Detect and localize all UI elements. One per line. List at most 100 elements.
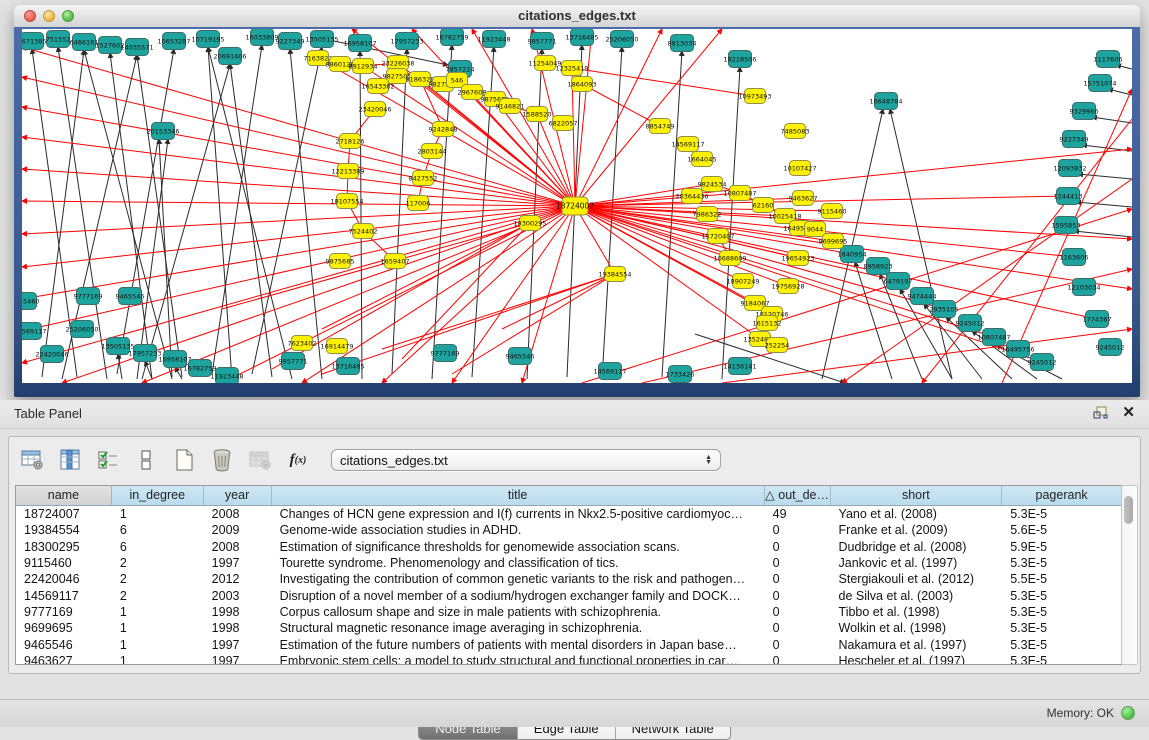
graph-node-yellow[interactable]: 9875685: [326, 254, 355, 269]
table-row[interactable]: 911546021997Tourette syndrome. Phenomeno…: [16, 555, 1122, 571]
table-cell[interactable]: 1997: [204, 638, 272, 652]
table-cell[interactable]: 1: [112, 507, 204, 521]
red-edge[interactable]: [575, 206, 944, 309]
graph-node-teal[interactable]: 11923448: [210, 368, 243, 384]
graph-node-teal[interactable]: 9245012: [1028, 354, 1057, 371]
float-panel-icon[interactable]: [1093, 406, 1108, 420]
graph-node-yellow[interactable]: 62160: [753, 198, 774, 213]
table-cell[interactable]: Dudbridge et al. (2008): [831, 540, 1003, 554]
red-edge[interactable]: [222, 223, 530, 309]
show-column-icon[interactable]: [57, 447, 83, 473]
table-cell[interactable]: Disruption of a novel member of a sodium…: [272, 589, 765, 603]
graph-node-teal[interactable]: 10807487: [977, 329, 1010, 346]
row-height-icon[interactable]: [133, 447, 159, 473]
graph-node-teal[interactable]: 9115460: [22, 293, 39, 310]
graph-node-teal[interactable]: 18218506: [723, 51, 756, 68]
table-row[interactable]: 946362711997Embryonic stem cells: a mode…: [16, 653, 1122, 665]
red-edge[interactable]: [502, 274, 615, 329]
graph-node-teal[interactable]: 751552: [46, 31, 71, 48]
column-header-year[interactable]: year: [204, 486, 272, 505]
table-cell[interactable]: Embryonic stem cells: a model to study s…: [272, 654, 765, 665]
graph-node-teal[interactable]: 17957233: [390, 33, 423, 50]
table-row[interactable]: 1830029562008Estimation of significance …: [16, 539, 1122, 555]
table-cell[interactable]: 0: [765, 605, 831, 619]
red-edge[interactable]: [22, 201, 575, 206]
window-titlebar[interactable]: citations_edges.txt: [14, 5, 1140, 28]
graph-node-yellow[interactable]: 1615132: [753, 316, 782, 331]
table-row[interactable]: 969969511998Structural magnetic resonanc…: [16, 620, 1122, 636]
graph-node-yellow[interactable]: 8912934: [349, 59, 378, 74]
table-selector[interactable]: citations_edges.txt ▲▼: [331, 449, 721, 471]
graph-node-teal[interactable]: 9671385: [22, 33, 46, 50]
table-cell[interactable]: 2: [112, 572, 204, 586]
table-scrollbar-thumb[interactable]: [1124, 496, 1133, 524]
red-edge[interactable]: [22, 206, 575, 267]
column-header-short[interactable]: short: [831, 486, 1003, 505]
graph-node-teal[interactable]: 13716485: [331, 358, 364, 375]
table-scrollbar[interactable]: [1121, 485, 1138, 665]
black-edge[interactable]: [1092, 117, 1132, 123]
table-cell[interactable]: 2009: [204, 523, 272, 537]
table-cell[interactable]: 1998: [204, 621, 272, 635]
graph-node-yellow[interactable]: 7986322: [693, 207, 722, 222]
graph-node-teal[interactable]: 16033809: [245, 29, 278, 46]
graph-node-yellow[interactable]: 9463627: [789, 191, 818, 206]
table-cell[interactable]: 2: [112, 589, 204, 603]
graph-node-teal[interactable]: 16782759: [435, 29, 468, 46]
graph-node-teal[interactable]: 9857771: [279, 353, 308, 370]
graph-node-teal[interactable]: 22420046: [35, 346, 68, 363]
graph-node-teal[interactable]: 6466161: [70, 34, 99, 51]
table-cell[interactable]: 9699695: [16, 621, 112, 635]
black-edge[interactable]: [252, 47, 322, 374]
table-cell[interactable]: 19384554: [16, 523, 112, 537]
graph-node-yellow[interactable]: 9699695: [819, 234, 848, 249]
black-edge[interactable]: [360, 51, 362, 379]
graph-node-yellow[interactable]: 9824534: [698, 177, 727, 192]
graph-node-teal[interactable]: 9777169: [74, 288, 103, 305]
table-cell[interactable]: Franke et al. (2009): [831, 523, 1003, 537]
graph-node-yellow[interactable]: 8854749: [646, 119, 675, 134]
table-cell[interactable]: 0: [765, 556, 831, 570]
table-cell[interactable]: Wolkin et al. (1998): [831, 621, 1003, 635]
graph-node-teal[interactable]: 11923448: [477, 31, 510, 48]
red-edge[interactable]: [575, 196, 1068, 206]
table-cell[interactable]: 0: [765, 523, 831, 537]
black-edge[interactable]: [662, 51, 682, 377]
graph-node-teal[interactable]: 1163606: [1060, 249, 1089, 266]
table-cell[interactable]: 0: [765, 572, 831, 586]
black-edge[interactable]: [142, 64, 230, 379]
table-cell[interactable]: 9465546: [16, 638, 112, 652]
graph-node-teal[interactable]: 15751074: [1083, 75, 1116, 92]
graph-node-yellow[interactable]: 7524402: [349, 224, 378, 239]
table-cell[interactable]: 5.3E-5: [1002, 638, 1122, 652]
graph-node-teal[interactable]: 10653287: [157, 33, 190, 50]
graph-node-yellow[interactable]: 19654923: [781, 251, 814, 266]
table-cell[interactable]: 5.3E-5: [1002, 605, 1122, 619]
table-cell[interactable]: 1998: [204, 605, 272, 619]
graph-node-teal[interactable]: 8958923: [864, 258, 893, 275]
graph-node-teal[interactable]: 8813034: [668, 35, 697, 52]
table-settings-icon[interactable]: [19, 447, 45, 473]
table-cell[interactable]: 0: [765, 638, 831, 652]
table-cell[interactable]: 14569117: [16, 589, 112, 603]
table-cell[interactable]: de Silva et al. (2003): [831, 589, 1003, 603]
graph-node-yellow[interactable]: 7623402: [288, 336, 317, 351]
graph-node-teal[interactable]: 13716485: [565, 29, 598, 46]
table-cell[interactable]: 5.3E-5: [1002, 507, 1122, 521]
table-row[interactable]: 946554611997Estimation of the future num…: [16, 636, 1122, 652]
table-cell[interactable]: Corpus callosum shape and size in male p…: [272, 605, 765, 619]
graph-node-yellow[interactable]: 117006: [406, 196, 431, 211]
table-cell[interactable]: 2012: [204, 572, 272, 586]
table-cell[interactable]: 5.3E-5: [1002, 589, 1122, 603]
graph-node-yellow[interactable]: 10973493: [738, 89, 771, 104]
table-cell[interactable]: Investigating the contribution of common…: [272, 572, 765, 586]
table-cell[interactable]: Yano et al. (2008): [831, 507, 1003, 521]
graph-node-teal[interactable]: 12093832: [1053, 160, 1086, 177]
table-cell[interactable]: 2: [112, 556, 204, 570]
graph-node-teal[interactable]: 1244413: [1054, 188, 1083, 205]
graph-node-yellow[interactable]: 1664045: [688, 152, 717, 167]
column-header-pagerank[interactable]: pagerank: [1002, 486, 1122, 505]
graph-node-yellow[interactable]: 7485083: [781, 124, 810, 139]
table-cell[interactable]: 0: [765, 540, 831, 554]
table-cell[interactable]: 2008: [204, 540, 272, 554]
